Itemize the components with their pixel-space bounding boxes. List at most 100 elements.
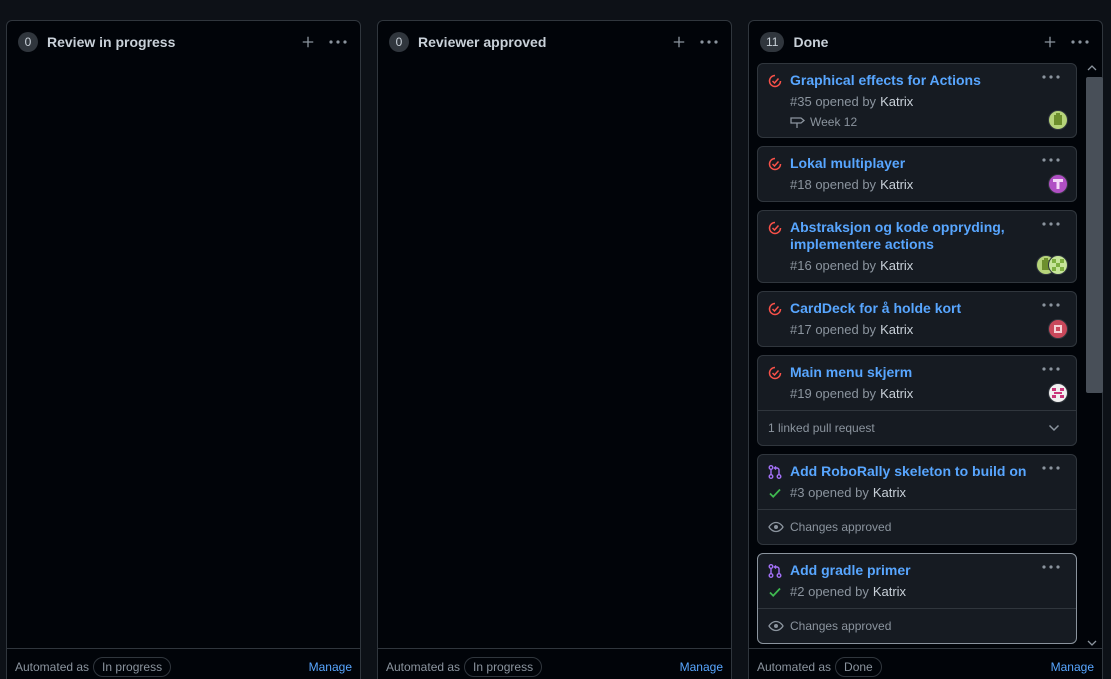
pull-request-icon (768, 465, 782, 479)
issue-number: #16 (790, 258, 812, 273)
column-review-in-progress: 0 Review in progress Automated as In pro… (6, 20, 361, 679)
card-title-link[interactable]: Lokal multiplayer (790, 155, 1036, 172)
avatar[interactable] (1048, 174, 1068, 194)
column-count: 0 (18, 32, 38, 52)
column-title: Done (793, 34, 829, 50)
identicon-icon (1052, 259, 1064, 271)
automation-label: Automated as (15, 659, 90, 674)
card-title-link[interactable]: Add RoboRally skeleton to build on (790, 463, 1036, 480)
column-footer: Automated as In progress Manage (378, 648, 731, 679)
automation-badge: In progress (93, 656, 172, 677)
card-menu-button[interactable] (1040, 461, 1062, 475)
column-header: 0 Review in progress (7, 21, 360, 63)
column-header: 11 Done (749, 21, 1102, 63)
check-icon (769, 488, 781, 498)
assignees (1048, 174, 1068, 194)
card-menu-button[interactable] (1040, 153, 1062, 167)
column-footer: Automated as Done Manage (749, 648, 1102, 679)
issue-number: #17 (790, 322, 812, 337)
card-menu-button[interactable] (1040, 560, 1062, 574)
author-link[interactable]: Katrix (880, 177, 913, 193)
author-link[interactable]: Katrix (880, 258, 913, 274)
identicon-icon (1052, 388, 1064, 398)
card-menu-button[interactable] (1040, 70, 1062, 84)
issue-card[interactable]: Abstraksjon og kode oppryding, implement… (757, 210, 1077, 283)
scroll-up-arrow[interactable] (1087, 63, 1097, 73)
card-title-link[interactable]: CardDeck for å holde kort (790, 300, 1036, 317)
card-title-link[interactable]: Add gradle primer (790, 562, 1036, 579)
project-board: 0 Review in progress Automated as In pro… (0, 0, 1111, 679)
manage-link[interactable]: Manage (1051, 660, 1094, 674)
issue-closed-icon (768, 74, 782, 88)
avatar[interactable] (1048, 255, 1068, 275)
identicon-icon (1054, 113, 1062, 125)
review-status: Changes approved (758, 509, 1076, 544)
linked-pull-request-toggle[interactable]: 1 linked pull request (758, 410, 1076, 445)
author-link[interactable]: Katrix (880, 386, 913, 402)
assignees (1048, 110, 1068, 130)
kebab-horizontal-icon (1042, 367, 1060, 371)
author-link[interactable]: Katrix (873, 584, 906, 600)
kebab-horizontal-icon (1042, 303, 1060, 307)
scroll-down-arrow[interactable] (1087, 638, 1097, 648)
plus-icon (673, 36, 685, 48)
opened-by-text: opened by (815, 322, 877, 337)
column-title: Reviewer approved (418, 34, 547, 50)
issue-number: #35 (790, 94, 812, 109)
automation-label: Automated as (757, 659, 832, 674)
add-card-button[interactable] (668, 31, 690, 53)
avatar[interactable] (1048, 319, 1068, 339)
avatar[interactable] (1048, 383, 1068, 403)
column-count: 0 (389, 32, 409, 52)
issue-card[interactable]: Main menu skjerm #19 opened by Katrix 1 … (757, 355, 1077, 446)
column-done: 11 Done Graphical effects for Actions #3… (748, 20, 1103, 679)
kebab-horizontal-icon (1071, 40, 1089, 44)
assignees (1048, 319, 1068, 339)
issue-card[interactable]: CardDeck for å holde kort #17 opened by … (757, 291, 1077, 347)
column-menu-button[interactable] (698, 31, 720, 53)
chevron-down-icon (1048, 424, 1060, 432)
kebab-horizontal-icon (1042, 222, 1060, 226)
issue-closed-icon (768, 302, 782, 316)
eye-icon (768, 620, 784, 632)
add-card-button[interactable] (297, 31, 319, 53)
review-status-label: Changes approved (790, 619, 892, 633)
card-meta: #2 opened by Katrix (769, 584, 1036, 600)
manage-link[interactable]: Manage (309, 660, 352, 674)
scrollbar-thumb[interactable] (1086, 77, 1103, 393)
avatar[interactable] (1048, 110, 1068, 130)
kebab-horizontal-icon (700, 40, 718, 44)
card-title-link[interactable]: Main menu skjerm (790, 364, 1036, 381)
pull-request-card[interactable]: Add gradle primer #2 opened by Katrix Ch… (757, 553, 1077, 644)
milestone-label: Week 12 (810, 115, 858, 129)
pr-number: #3 (790, 485, 805, 500)
add-card-button[interactable] (1039, 31, 1061, 53)
opened-by-text: opened by (815, 94, 877, 109)
column-menu-button[interactable] (327, 31, 349, 53)
column-footer: Automated as In progress Manage (7, 648, 360, 679)
card-menu-button[interactable] (1040, 298, 1062, 312)
kebab-horizontal-icon (1042, 565, 1060, 569)
kebab-horizontal-icon (1042, 466, 1060, 470)
card-title-link[interactable]: Abstraksjon og kode oppryding, implement… (790, 219, 1036, 253)
issue-closed-icon (768, 221, 782, 235)
pull-request-card[interactable]: Add RoboRally skeleton to build on #3 op… (757, 454, 1077, 545)
manage-link[interactable]: Manage (680, 660, 723, 674)
card-menu-button[interactable] (1040, 217, 1062, 231)
card-title-link[interactable]: Graphical effects for Actions (790, 72, 1036, 89)
card-menu-button[interactable] (1040, 362, 1062, 376)
issue-card[interactable]: Graphical effects for Actions #35 opened… (757, 63, 1077, 138)
column-count: 11 (760, 32, 785, 52)
author-link[interactable]: Katrix (880, 322, 913, 338)
milestone-icon (790, 117, 806, 128)
author-link[interactable]: Katrix (880, 94, 913, 110)
issue-number: #19 (790, 386, 812, 401)
author-link[interactable]: Katrix (873, 485, 906, 501)
scrollbar[interactable] (1084, 63, 1103, 648)
pr-number: #2 (790, 584, 805, 599)
issue-number: #18 (790, 177, 812, 192)
column-menu-button[interactable] (1069, 31, 1091, 53)
milestone[interactable]: Week 12 (790, 115, 1036, 129)
issue-card[interactable]: Lokal multiplayer #18 opened by Katrix (757, 146, 1077, 202)
kebab-horizontal-icon (1042, 75, 1060, 79)
